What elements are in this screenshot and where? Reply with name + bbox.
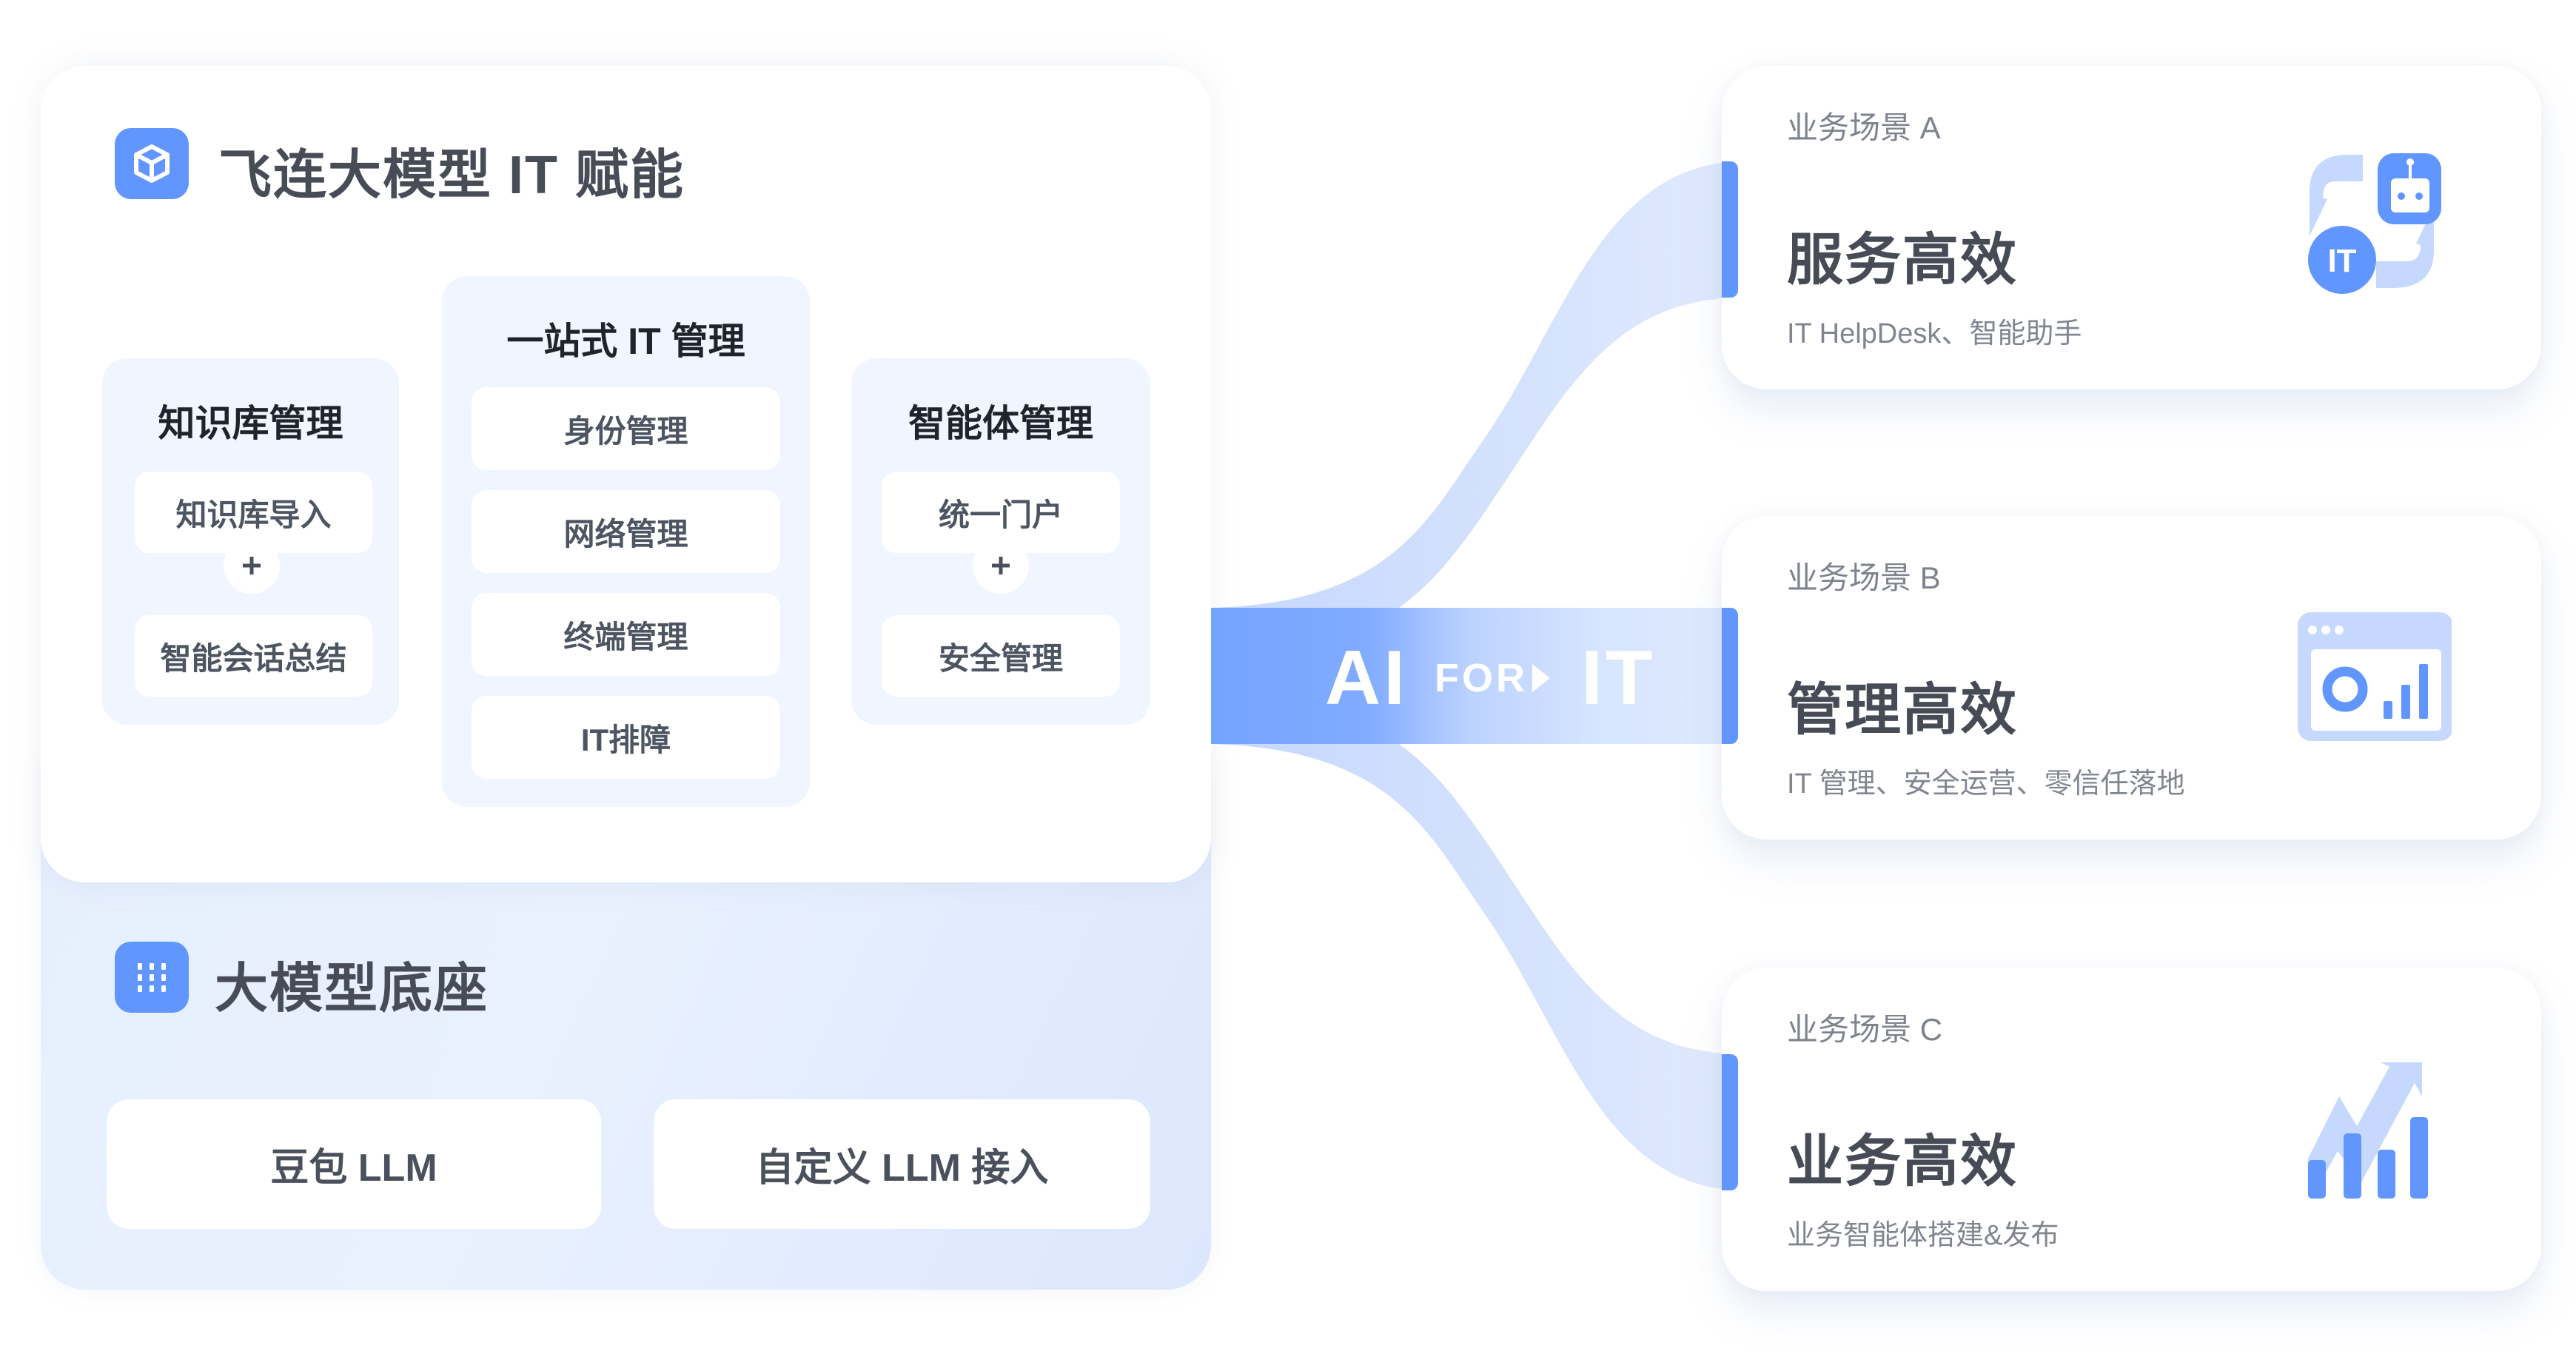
item-network-management[interactable]: 网络管理 [472,490,780,573]
item-identity-management[interactable]: 身份管理 [472,387,780,470]
ai-text: AI [1325,634,1408,721]
plus-icon [224,537,280,594]
scenario-card-b[interactable]: 业务场景 B 管理高效 IT 管理、安全运营、零信任落地 [1722,516,2541,839]
scenario-title: 业务高效 [1787,1130,2018,1193]
ai-for-it-label: AI FOR IT [1325,634,1655,723]
scenario-title: 服务高效 [1787,229,2018,292]
dashboard-window-icon [2298,612,2452,741]
scenario-label: 业务场景 B [1787,560,1941,595]
scenario-a-accent [1722,161,1738,298]
scenario-card-a[interactable]: 业务场景 A 服务高效 IT HelpDesk、智能助手 IT [1722,66,2541,389]
model-custom-llm[interactable]: 自定义 LLM 接入 [654,1099,1150,1229]
foundation-title: 大模型底座 [215,959,489,1019]
grid-dots-icon [115,942,189,1013]
scenario-b-accent [1722,608,1738,744]
scenario-card-c[interactable]: 业务场景 C 业务高效 业务智能体搭建&发布 [1722,968,2541,1291]
scenario-description: 业务智能体搭建&发布 [1787,1220,2059,1251]
model-doubao-llm[interactable]: 豆包 LLM [107,1099,601,1229]
scenario-description: IT HelpDesk、智能助手 [1787,318,2082,349]
it-empowerment-card: 飞连大模型 IT 赋能 知识库管理 知识库导入 智能会话总结 一站式 IT 管理… [41,66,1211,882]
scenario-description: IT 管理、安全运营、零信任落地 [1787,768,2185,800]
column-title: 一站式 IT 管理 [506,321,745,362]
flow-to-scenario-c [1211,744,1738,1190]
plus-icon [973,537,1029,594]
scenario-label: 业务场景 A [1787,110,1941,145]
it-management-column: 一站式 IT 管理 身份管理 网络管理 终端管理 IT排障 [442,276,810,807]
item-it-troubleshooting[interactable]: IT排障 [472,696,780,779]
column-title: 智能体管理 [908,403,1093,444]
flow-to-scenario-a [1211,161,1738,608]
scenario-c-accent [1722,1054,1738,1190]
agent-management-column: 智能体管理 统一门户 安全管理 [851,358,1150,725]
play-triangle-icon [1532,664,1550,692]
card-title: 飞连大模型 IT 赋能 [218,146,685,205]
column-title: 知识库管理 [158,403,343,444]
growth-chart-icon [2308,1062,2428,1199]
scenario-label: 业务场景 C [1787,1012,1943,1047]
for-text: FOR [1435,656,1528,700]
item-session-summary[interactable]: 智能会话总结 [135,615,372,697]
it-text: IT [1581,634,1656,721]
cube-icon [115,128,189,199]
item-endpoint-management[interactable]: 终端管理 [472,593,780,676]
scenario-title: 管理高效 [1787,679,2018,742]
knowledge-management-column: 知识库管理 知识库导入 智能会话总结 [102,358,399,725]
it-robot-exchange-icon: IT [2308,153,2441,294]
item-security-management[interactable]: 安全管理 [882,615,1120,697]
it-badge-text: IT [2327,243,2356,279]
